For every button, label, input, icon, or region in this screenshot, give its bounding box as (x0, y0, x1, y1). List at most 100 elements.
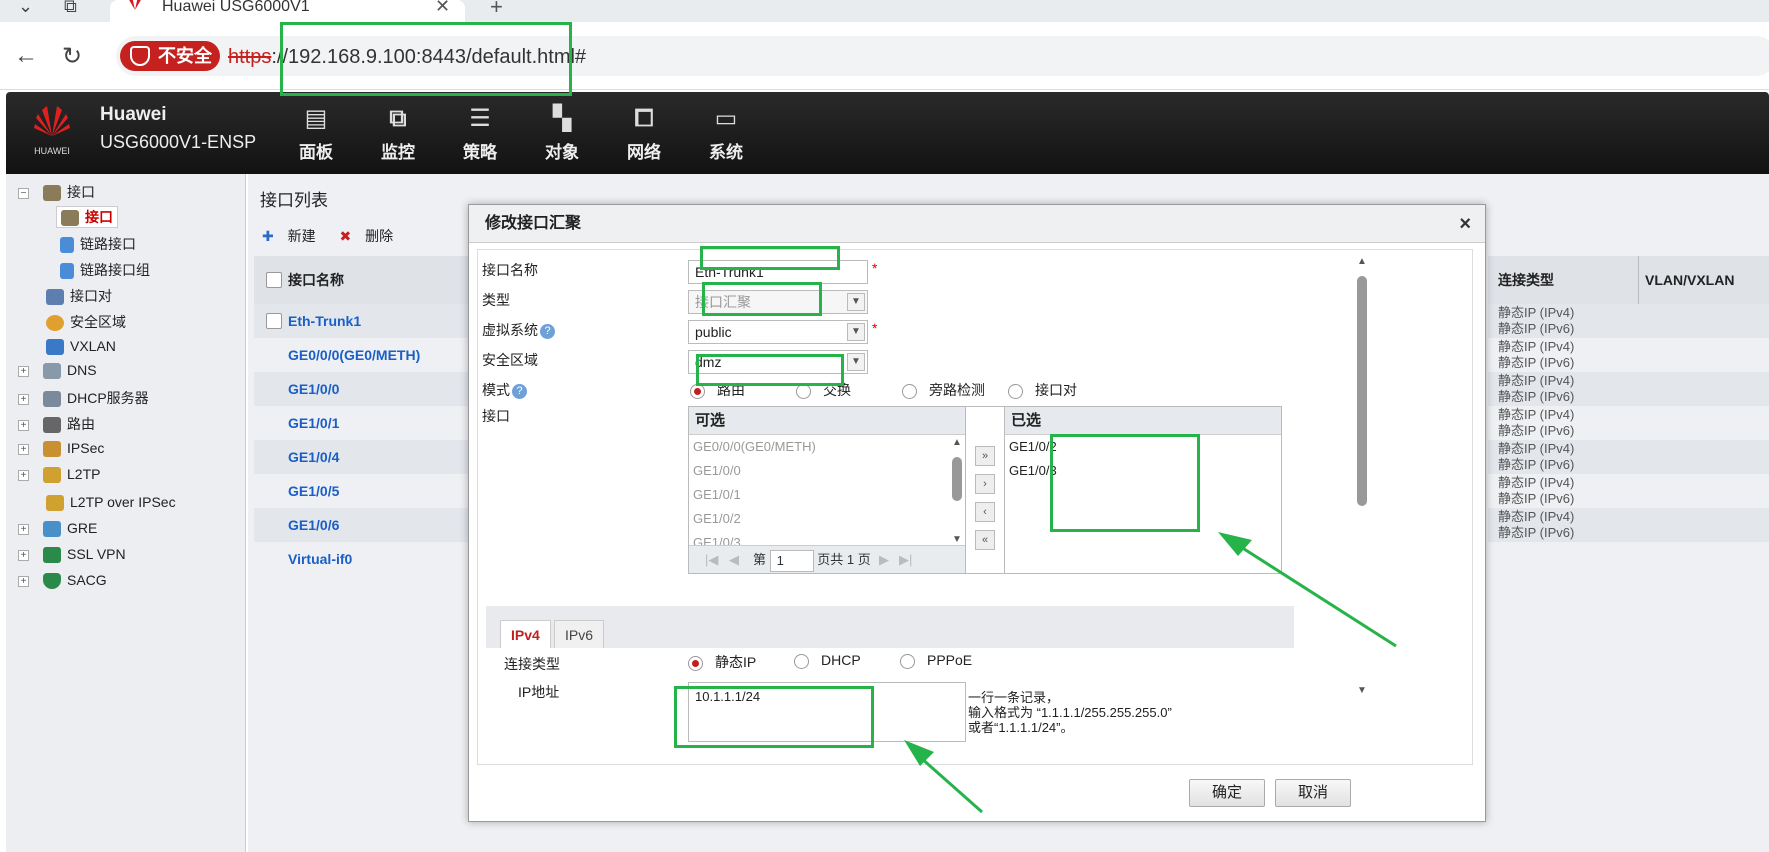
list-item[interactable]: GE1/0/1 (689, 483, 965, 507)
tree-item-l2tp-over-ipsec[interactable]: L2TP over IPSec (46, 494, 176, 512)
tree-item-security-zone[interactable]: 安全区域 (46, 312, 126, 332)
menu-policy[interactable]: ☰ 策略 (440, 100, 520, 170)
tree-item-ipsec[interactable]: + IPSec (18, 440, 104, 458)
huawei-logo-icon (34, 106, 70, 136)
ip-address-label: IP地址 (518, 684, 560, 700)
first-page-icon[interactable]: |◀ (705, 546, 718, 574)
tree-item-link-interface-group[interactable]: 链路接口组 (60, 260, 150, 280)
back-arrow-icon[interactable]: ← (14, 42, 38, 70)
browser-tab[interactable]: Huawei USG6000V1 ✕ (110, 0, 465, 22)
menu-object[interactable]: ▚ 对象 (522, 100, 602, 170)
table-row[interactable]: GE1/0/1 (254, 406, 494, 440)
huawei-favicon-icon (129, 0, 141, 10)
table-row[interactable]: Virtual-if0 (254, 542, 494, 576)
zone-icon (46, 315, 64, 332)
move-all-right-button[interactable]: » (975, 446, 995, 466)
table-row[interactable]: GE0/0/0(GE0/METH) (254, 338, 494, 372)
menu-network[interactable]: ⧠ 网络 (604, 100, 684, 170)
select-all-checkbox[interactable] (266, 272, 282, 288)
connection-type-label: 连接类型 (504, 656, 560, 672)
prev-page-icon[interactable]: ◀ (729, 546, 739, 574)
mode-bypass-radio[interactable]: 旁路检测 (902, 380, 985, 400)
new-button[interactable]: ✚ 新建 (262, 228, 326, 244)
tree-item-interface-pair[interactable]: 接口对 (46, 286, 112, 306)
conn-dhcp-radio[interactable]: DHCP (794, 652, 861, 669)
table-row[interactable]: Eth-Trunk1 (254, 304, 494, 338)
last-page-icon[interactable]: ▶| (899, 546, 912, 574)
conn-static-radio[interactable]: 静态IP (688, 652, 756, 672)
annotation-ip-box (674, 686, 874, 748)
row-checkbox[interactable] (266, 313, 282, 329)
tree-item-dhcp[interactable]: + DHCP服务器 (18, 388, 149, 408)
table-header: 接口名称 (254, 256, 494, 304)
device-model: USG6000V1-ENSP (100, 132, 257, 152)
table-row[interactable]: GE1/0/4 (254, 440, 494, 474)
close-icon[interactable]: × (1459, 205, 1471, 243)
ok-button[interactable]: 确定 (1189, 779, 1265, 807)
collections-icon[interactable]: ⧉ (64, 0, 77, 17)
plus-icon: ✚ (262, 228, 274, 244)
mode-pair-radio[interactable]: 接口对 (1008, 380, 1077, 400)
type-label: 类型 (482, 292, 510, 308)
move-all-left-button[interactable]: « (975, 530, 995, 550)
conn-pppoe-radio[interactable]: PPPoE (900, 652, 972, 669)
move-right-button[interactable]: › (975, 474, 995, 494)
new-tab-icon[interactable]: + (490, 0, 503, 20)
tab-ipv4[interactable]: IPv4 (500, 620, 551, 648)
tree-item-vxlan[interactable]: VXLAN (46, 338, 116, 356)
dhcp-icon (43, 391, 61, 408)
list-item[interactable]: GE1/0/2 (689, 507, 965, 531)
edit-eth-trunk-dialog: 修改接口汇聚 × 接口名称 Eth-Trunk1 * 类型 接口汇聚 ▼ 虚拟系统… (468, 204, 1486, 822)
link-icon (60, 237, 74, 254)
table-row[interactable]: GE1/0/5 (254, 474, 494, 508)
menu-dashboard[interactable]: ▤ 面板 (276, 100, 356, 170)
tree-item-interface[interactable]: 接口 (56, 206, 118, 228)
not-secure-badge[interactable]: 不安全 (120, 41, 220, 71)
table-row[interactable]: GE1/0/0 (254, 372, 494, 406)
reload-icon[interactable]: ↻ (62, 42, 82, 71)
tab-ipv6[interactable]: IPv6 (554, 620, 605, 648)
menu-system[interactable]: ▭ 系统 (686, 100, 766, 170)
table-body: 静态IP (IPv4) 静态IP (IPv6) 静态IP (IPv4) 静态IP (… (1488, 304, 1769, 542)
table-row[interactable]: GE1/0/6 (254, 508, 494, 542)
move-left-button[interactable]: ‹ (975, 502, 995, 522)
cancel-button[interactable]: 取消 (1275, 779, 1351, 807)
page-number-input[interactable]: 1 (769, 549, 814, 572)
dialog-scrollbar[interactable]: ▲ ▼ (1356, 256, 1368, 696)
object-icon: ▚ (552, 105, 572, 132)
vxlan-icon (46, 339, 64, 356)
tab-list-chevron-icon[interactable]: ⌄ (18, 0, 33, 17)
pager: |◀ ◀ 第 1 页共 1 页 ▶ ▶| (689, 545, 965, 573)
page-title: 接口列表 (260, 191, 328, 210)
next-page-icon[interactable]: ▶ (879, 546, 889, 574)
close-tab-icon[interactable]: ✕ (435, 0, 450, 17)
network-icon: ⧠ (634, 105, 654, 132)
list-item[interactable]: GE0/0/0(GE0/METH) (689, 435, 965, 459)
delete-x-icon: ✖ (339, 228, 352, 244)
tree-item-dns[interactable]: + DNS (18, 362, 97, 380)
sslvpn-icon (43, 547, 61, 564)
table-row: 静态IP (IPv4) 静态IP (IPv6) (1488, 440, 1769, 474)
delete-button[interactable]: ✖ 删除 (340, 228, 404, 244)
tree-item-link-interface[interactable]: 链路接口 (60, 234, 136, 254)
scroll-down-icon: ▼ (952, 534, 962, 545)
ipsec-icon (43, 441, 61, 458)
help-icon: ? (540, 323, 555, 339)
nav-tree: − 接口 接口 链路接口 链路接口组 接口对 安全区域 VXLAN + DNS + D… (6, 174, 246, 852)
tree-item-interface-group[interactable]: − 接口 (18, 182, 95, 202)
tree-item-route[interactable]: + 路由 (18, 414, 95, 434)
tree-item-sacg[interactable]: + SACG (18, 572, 107, 590)
gre-icon (43, 521, 61, 538)
table-row: 静态IP (IPv4) 静态IP (IPv6) (1498, 407, 1575, 438)
tree-item-l2tp[interactable]: + L2TP (18, 466, 100, 484)
required-star: * (872, 320, 878, 336)
vsys-select[interactable]: public ▼ (688, 320, 868, 344)
available-scrollbar[interactable]: ▲ ▼ (951, 437, 963, 545)
tree-item-gre[interactable]: + GRE (18, 520, 97, 538)
tree-item-ssl-vpn[interactable]: + SSL VPN (18, 546, 126, 564)
menu-monitor[interactable]: ⧉ 监控 (358, 100, 438, 170)
sacg-icon (43, 573, 61, 590)
zone-label: 安全区域 (482, 352, 538, 368)
app-header: HUAWEI Huawei USG6000V1-ENSP ▤ 面板 ⧉ 监控 ☰ 策略… (6, 92, 1769, 174)
list-item[interactable]: GE1/0/0 (689, 459, 965, 483)
